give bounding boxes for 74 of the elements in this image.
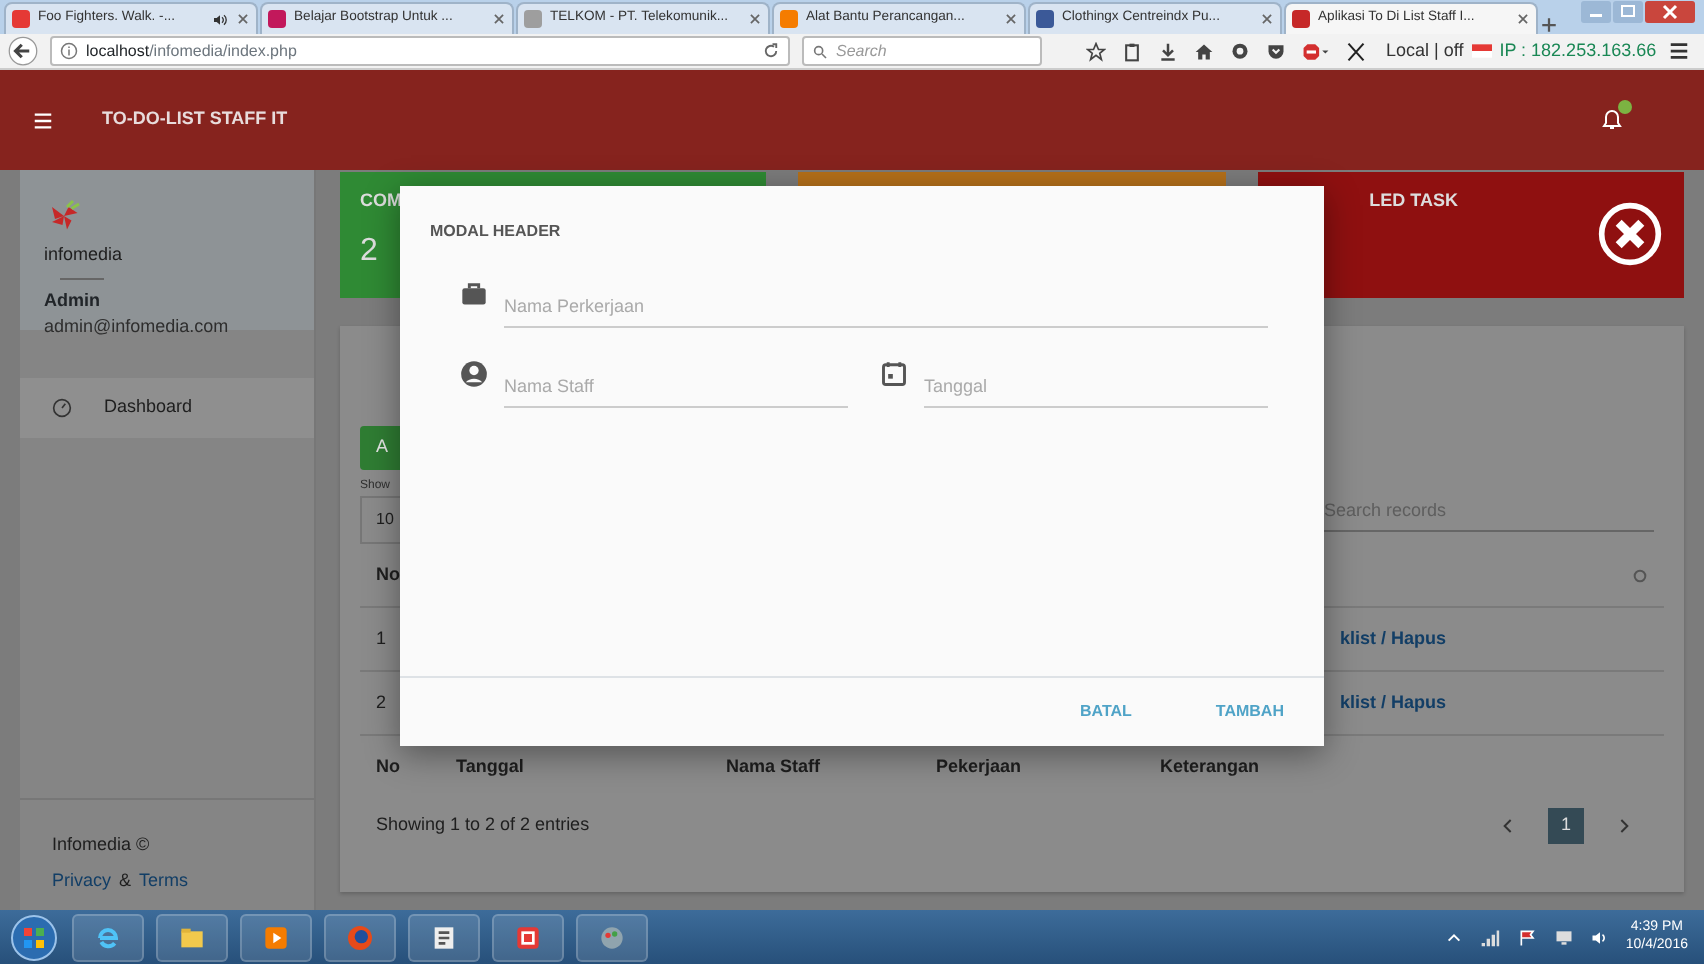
- play-icon[interactable]: [260, 921, 292, 953]
- flag-icon: [1471, 44, 1492, 58]
- ampersand-text: &: [119, 867, 132, 893]
- column-header: Nama Staff: [724, 754, 823, 781]
- flag-icon[interactable]: [1517, 927, 1538, 947]
- text-field[interactable]: Tanggal: [924, 364, 1268, 408]
- stat-value: 2: [360, 231, 380, 271]
- table-cell-text: 1: [374, 625, 389, 652]
- row-action-link[interactable]: klist / Hapus: [1340, 625, 1447, 653]
- app-grid-icon[interactable]: [512, 921, 544, 953]
- stat-label: LED TASK: [1369, 188, 1458, 214]
- close-icon[interactable]: [492, 12, 506, 26]
- column-header: Keterangan: [1158, 754, 1262, 781]
- show-hidden-icon[interactable]: [1445, 929, 1462, 945]
- speaker-icon: [212, 11, 228, 27]
- table-cell-text: 2: [374, 689, 389, 716]
- app-title: TO-DO-LIST STAFF IT: [102, 106, 288, 133]
- search-field[interactable]: Search: [802, 36, 1042, 66]
- home-icon[interactable]: [1194, 41, 1214, 61]
- close-icon[interactable]: [1004, 12, 1018, 26]
- bell-icon[interactable]: [1600, 106, 1624, 134]
- entries-info: Showing 1 to 2 of 2 entries: [374, 812, 590, 839]
- search-icon: [812, 43, 828, 59]
- star-icon[interactable]: [1086, 41, 1106, 61]
- close-icon[interactable]: [1260, 12, 1274, 26]
- reload-icon[interactable]: [762, 42, 780, 60]
- stat-label: COM: [360, 188, 402, 214]
- x-icon[interactable]: [1346, 39, 1366, 63]
- chevron-left-icon[interactable]: [1500, 816, 1516, 836]
- proxy-status: Local | off: [1386, 37, 1464, 64]
- menu-icon[interactable]: [1668, 40, 1691, 62]
- calendar-icon: [880, 360, 908, 388]
- clipboard-icon[interactable]: [1122, 41, 1142, 61]
- dialog-button[interactable]: BATAL: [1068, 698, 1144, 726]
- close-icon[interactable]: [1644, 0, 1696, 24]
- close-icon[interactable]: [1516, 12, 1530, 26]
- column-header: No: [374, 754, 402, 781]
- info-icon: [60, 42, 78, 60]
- text-field[interactable]: Nama Perkerjaan: [504, 284, 1268, 328]
- dialog-button[interactable]: TAMBAH: [1203, 698, 1296, 726]
- start-button-icon[interactable]: [8, 913, 60, 961]
- ip-address: IP : 182.253.163.66: [1499, 37, 1657, 64]
- column-header: Tanggal: [454, 754, 526, 781]
- download-icon[interactable]: [1158, 41, 1178, 61]
- brand-name: infomedia: [44, 242, 125, 268]
- user-name: Admin: [44, 287, 102, 313]
- sidebar-item[interactable]: Dashboard: [20, 378, 314, 438]
- pocket-icon[interactable]: [1266, 41, 1286, 61]
- briefcase-icon: [460, 280, 488, 308]
- stop-sign-icon[interactable]: [1302, 41, 1330, 61]
- close-icon[interactable]: [748, 12, 762, 26]
- badge-icon: [1618, 100, 1632, 114]
- text-field[interactable]: Nama Staff: [504, 364, 848, 408]
- back-icon[interactable]: [8, 36, 38, 66]
- column-header: Pekerjaan: [934, 754, 1024, 781]
- copyright-text: Infomedia ©: [52, 832, 152, 858]
- network-icon[interactable]: [1477, 927, 1502, 947]
- new-tab-icon[interactable]: [1540, 16, 1558, 34]
- monitor-icon[interactable]: [1553, 927, 1574, 947]
- user-icon: [460, 360, 488, 388]
- chevron-right-icon[interactable]: [1616, 816, 1632, 836]
- volume-icon[interactable]: [1589, 927, 1610, 947]
- modal-title: MODAL HEADER: [428, 220, 563, 244]
- url-text: localhost/infomedia/index.php: [86, 41, 297, 59]
- address-field[interactable]: localhost/infomedia/index.php: [50, 36, 790, 66]
- row-action-link[interactable]: klist / Hapus: [1340, 689, 1447, 717]
- user-email: admin@infomedia.com: [44, 314, 231, 340]
- terms-link[interactable]: Terms: [139, 867, 189, 894]
- close-circle-icon: [1595, 200, 1664, 268]
- dashboard-icon: [52, 398, 72, 418]
- page-button[interactable]: 1: [1548, 808, 1584, 844]
- column-header: No: [374, 561, 402, 588]
- close-icon[interactable]: [236, 12, 250, 26]
- privacy-link[interactable]: Privacy: [52, 867, 112, 894]
